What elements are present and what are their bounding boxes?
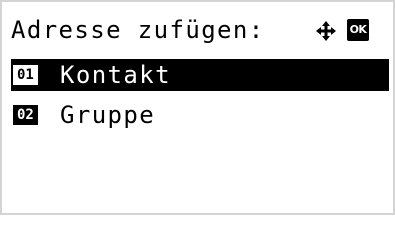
menu-item-label: Gruppe [60, 101, 156, 129]
menu-item-label: Kontakt [60, 61, 171, 89]
menu-item-kontakt[interactable]: 01 Kontakt [11, 59, 389, 91]
menu-item-gruppe[interactable]: 02 Gruppe [11, 99, 389, 131]
ok-key-icon: OK [347, 19, 369, 41]
menu-item-number: 02 [13, 105, 38, 125]
lcd-screen: Adresse zufügen: OK 01 Kontakt 02 Gruppe [0, 0, 395, 215]
screen-header: Adresse zufügen: OK [2, 2, 393, 46]
menu-item-number: 01 [13, 65, 38, 85]
menu-list: 01 Kontakt 02 Gruppe [2, 59, 393, 139]
screen-title: Adresse zufügen: [11, 16, 265, 44]
four-way-arrow-icon [315, 20, 337, 42]
